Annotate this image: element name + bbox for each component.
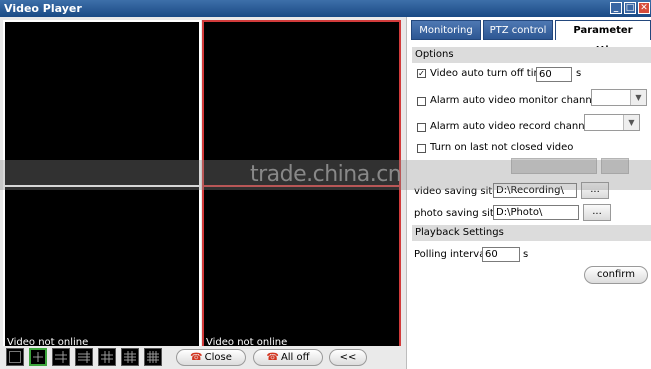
layout-16-icon[interactable] <box>144 348 162 366</box>
turn-on-last-label: Turn on last not closed video <box>430 142 574 153</box>
maximize-button[interactable]: □ <box>624 2 636 14</box>
photo-site-browse-button[interactable]: ... <box>583 204 611 221</box>
auto-off-input[interactable]: 60 <box>536 67 572 82</box>
options-header: Options <box>412 47 651 63</box>
alarm-monitor-select[interactable]: ▼ <box>591 89 647 106</box>
window-title: Video Player <box>4 2 82 15</box>
close-window-button[interactable]: ✕ <box>638 2 650 14</box>
tab-ptz-control[interactable]: PTZ control <box>483 20 553 40</box>
auto-off-unit: s <box>576 68 582 79</box>
watermark-band: trade.china.cn <box>0 160 651 190</box>
photo-site-label: photo saving site <box>414 208 500 219</box>
photo-site-input[interactable]: D:\Photo\ <box>493 205 579 220</box>
alarm-monitor-checkbox[interactable] <box>417 97 426 106</box>
close-label: Close <box>204 352 232 363</box>
polling-label: Polling interval <box>414 249 489 260</box>
layout-6-icon[interactable] <box>52 348 70 366</box>
layout-8-icon[interactable] <box>75 348 93 366</box>
layout-4-icon[interactable] <box>29 348 47 366</box>
all-off-button[interactable]: ☎ All off <box>253 349 323 366</box>
auto-off-checkbox[interactable]: ✓ <box>417 69 426 78</box>
chevron-down-icon: ▼ <box>630 90 646 105</box>
tab-monitoring[interactable]: Monitoring <box>411 20 481 40</box>
close-button[interactable]: ☎ Close <box>176 349 246 366</box>
watermark-text: trade.china.cn <box>250 162 402 187</box>
collapse-label: << <box>339 352 357 363</box>
auto-off-label: Video auto turn off time <box>430 68 550 79</box>
video-panel-3[interactable]: Video not online <box>3 185 201 351</box>
alarm-monitor-label: Alarm auto video monitor channel: <box>430 95 605 106</box>
phone-hangup-icon: ☎ <box>190 352 203 363</box>
all-off-label: All off <box>280 352 310 363</box>
playback-header: Playback Settings <box>412 225 651 241</box>
title-bar: Video Player _ □ ✕ <box>0 0 651 17</box>
video-panel-4[interactable]: Video not online <box>202 185 401 351</box>
alarm-record-checkbox[interactable] <box>417 123 426 132</box>
alarm-record-label: Alarm auto video record channel: <box>430 121 597 132</box>
layout-9-icon[interactable] <box>98 348 116 366</box>
settings-pane: Monitoring PTZ control Parameter setting… <box>406 17 651 369</box>
layout-13-icon[interactable] <box>121 348 139 366</box>
polling-unit: s <box>523 249 529 260</box>
phone-hangup-icon: ☎ <box>266 352 279 363</box>
minimize-button[interactable]: _ <box>610 2 622 14</box>
alarm-record-select[interactable]: ▼ <box>584 114 640 131</box>
bottom-toolbar: ☎ Close ☎ All off << <box>0 346 406 369</box>
tab-parameter-setting[interactable]: Parameter setting <box>555 20 651 56</box>
polling-input[interactable]: 60 <box>482 247 520 262</box>
video-area: Video not online Video not online <box>0 17 406 369</box>
confirm-button[interactable]: confirm <box>584 266 648 284</box>
chevron-down-icon: ▼ <box>623 115 639 130</box>
turn-on-last-checkbox[interactable] <box>417 144 426 153</box>
layout-1-icon[interactable] <box>6 348 24 366</box>
collapse-panel-button[interactable]: << <box>329 349 367 366</box>
